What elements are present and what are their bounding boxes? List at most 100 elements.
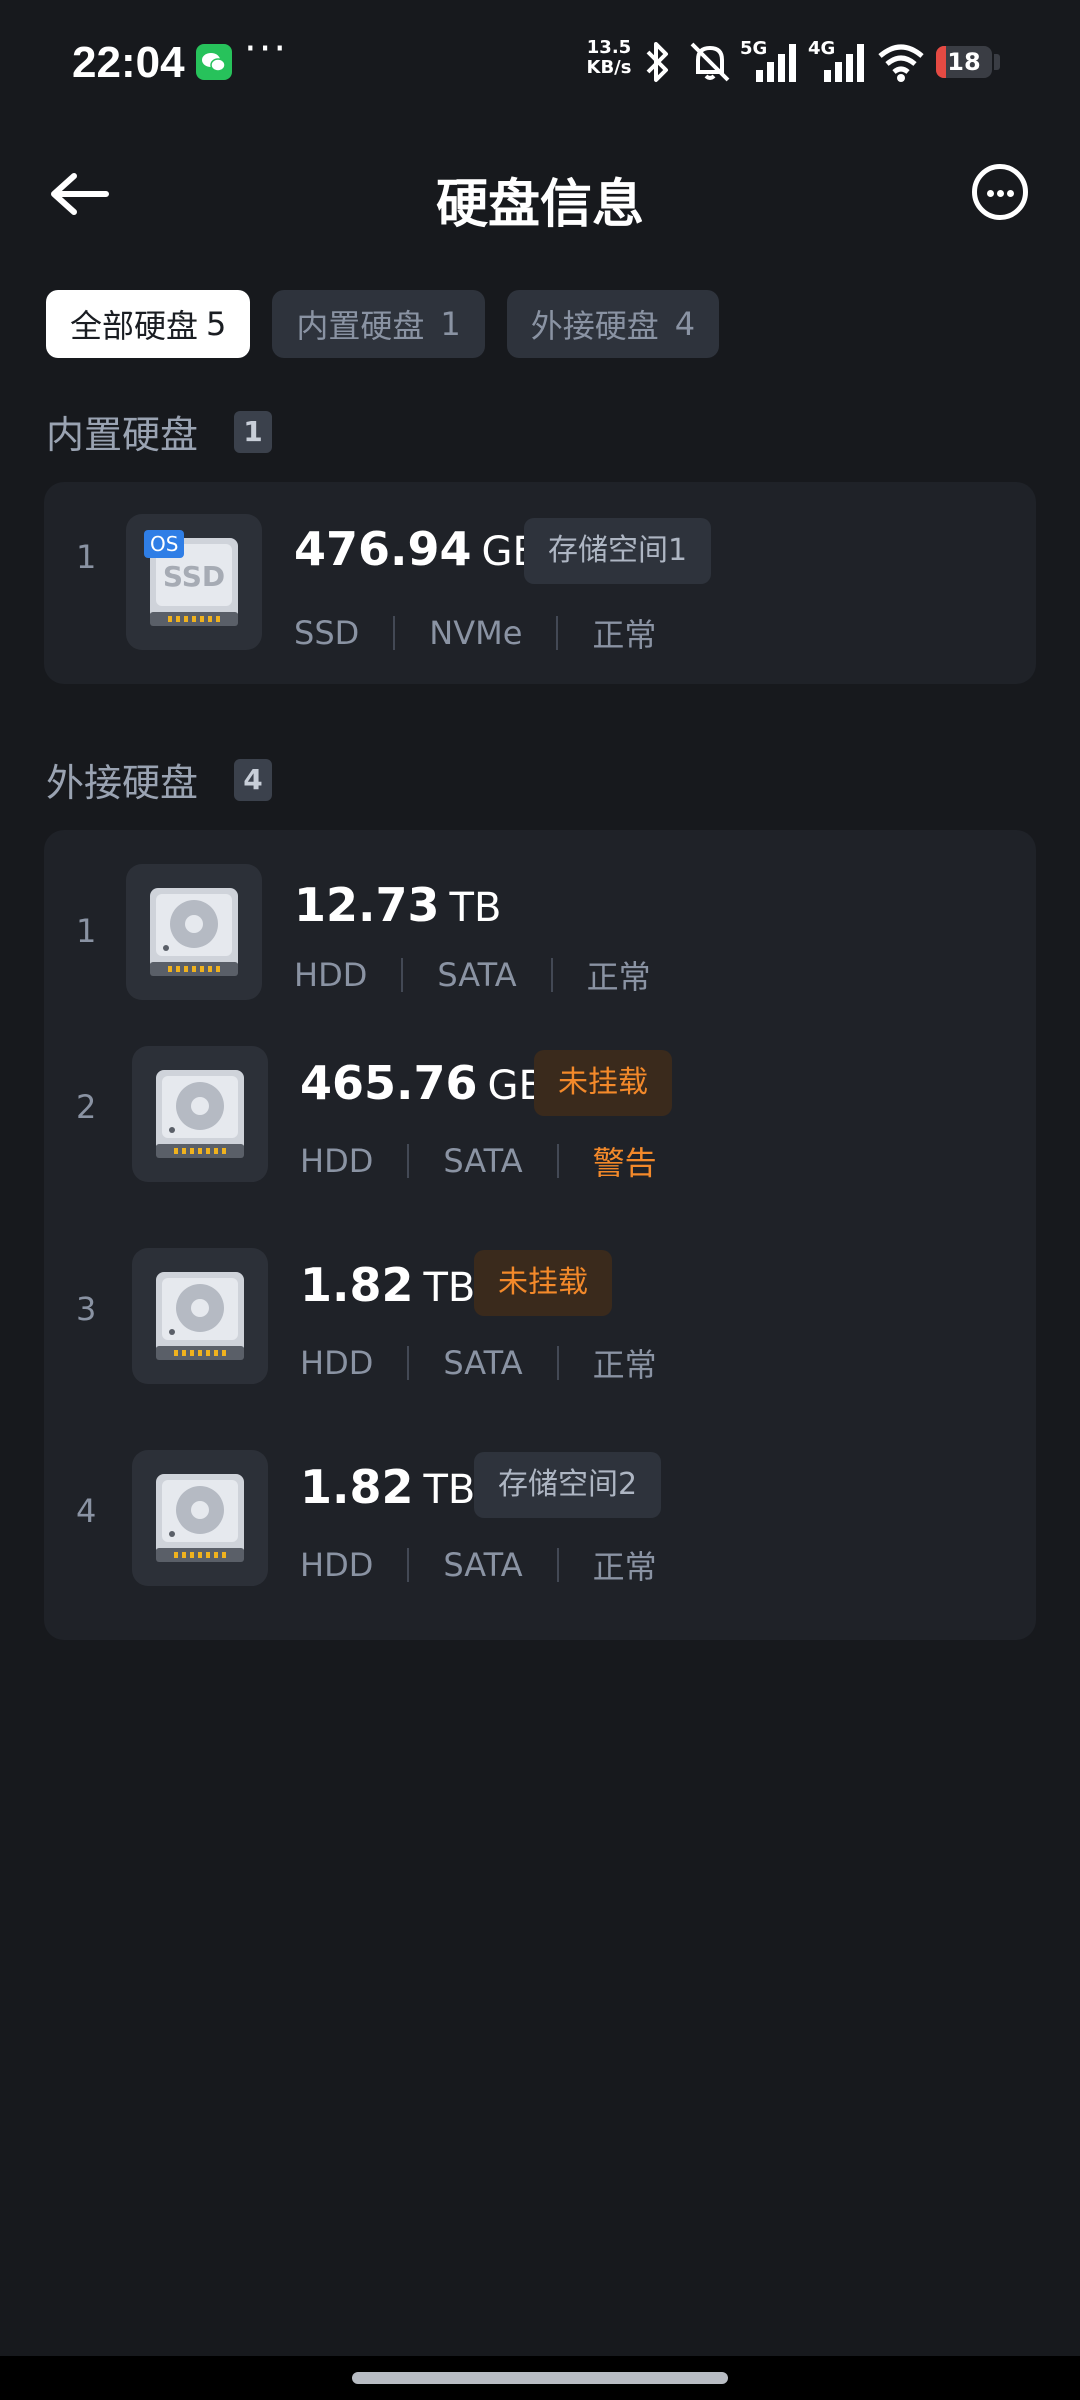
disk-meta: HDD SATA 正常 — [300, 1340, 657, 1386]
battery-level: 18 — [947, 48, 981, 76]
disk-capacity: 12.73 TB — [294, 878, 501, 932]
divider — [407, 1144, 410, 1178]
network-speed-unit: KB/s — [586, 57, 632, 78]
disk-row[interactable]: 2 465.76 GB 未挂载 HDD SATA 警告 — [44, 1030, 1036, 1190]
disk-index: 3 — [76, 1290, 97, 1328]
tab-label: 外接硬盘 — [530, 307, 659, 345]
divider — [556, 1144, 559, 1178]
disk-capacity: 465.76 GB — [300, 1056, 546, 1110]
capacity-value: 465.76 — [300, 1056, 478, 1110]
tab-label: 全部硬盘 — [70, 307, 199, 345]
signal-5g-icon — [756, 44, 796, 82]
ssd-icon: SSD OS — [126, 514, 262, 650]
home-gesture-handle[interactable] — [352, 2372, 728, 2384]
unmounted-tag: 未挂载 — [474, 1250, 612, 1316]
mute-icon — [690, 42, 730, 82]
status-time: 22:04 — [72, 38, 185, 87]
external-disk-card: 1 12.73 TB HDD SATA 正常 2 465.76 GB 未挂载 H… — [44, 830, 1036, 1640]
signal-4g-icon — [824, 44, 864, 82]
disk-row[interactable]: 3 1.82 TB 未挂载 HDD SATA 正常 — [44, 1232, 1036, 1392]
disk-capacity: 1.82 TB — [300, 1258, 475, 1312]
wechat-icon — [196, 44, 232, 80]
hdd-icon — [132, 1248, 268, 1384]
disk-row[interactable]: 1 SSD OS 476.94 GB 存储空间1 SSD NVMe 正常 — [44, 482, 1036, 654]
disk-meta: HDD SATA 正常 — [294, 952, 651, 998]
disk-status: 正常 — [592, 1548, 657, 1586]
divider — [556, 1346, 559, 1380]
tab-label: 内置硬盘 — [296, 307, 425, 345]
disk-meta: HDD SATA 正常 — [300, 1542, 657, 1588]
capacity-unit: TB — [423, 1265, 476, 1311]
disk-interface: SATA — [437, 956, 517, 994]
tab-count: 5 — [206, 305, 227, 343]
disk-status-warning: 警告 — [592, 1144, 657, 1182]
disk-index: 4 — [76, 1492, 97, 1530]
capacity-value: 476.94 — [294, 522, 472, 576]
disk-meta: HDD SATA 警告 — [300, 1138, 657, 1184]
hdd-icon — [126, 864, 262, 1000]
more-button[interactable] — [972, 164, 1028, 220]
disk-row[interactable]: 1 12.73 TB HDD SATA 正常 — [44, 830, 1036, 1000]
divider — [407, 1346, 410, 1380]
back-button[interactable] — [44, 162, 116, 226]
disk-interface: SATA — [443, 1142, 523, 1180]
tab-internal-disks[interactable]: 内置硬盘 1 — [272, 290, 485, 358]
page-title: 硬盘信息 — [435, 175, 644, 235]
unmounted-tag: 未挂载 — [534, 1050, 672, 1116]
tab-all-disks[interactable]: 全部硬盘 5 — [46, 290, 251, 358]
section-count-badge: 4 — [234, 758, 273, 801]
disk-index: 2 — [76, 1088, 97, 1126]
hdd-icon — [132, 1046, 268, 1182]
divider — [407, 1548, 410, 1582]
capacity-value: 1.82 — [300, 1258, 414, 1312]
disk-index: 1 — [76, 912, 97, 950]
network-speed: 13.5 KB/s — [584, 38, 634, 78]
disk-status: 正常 — [592, 616, 657, 654]
network-speed-value: 13.5 — [586, 37, 632, 58]
status-bar: 22:04 ··· 13.5 KB/s 5G 4G 18 — [0, 0, 1080, 120]
disk-interface: SATA — [443, 1546, 523, 1584]
capacity-unit: TB — [449, 885, 502, 931]
storage-space-tag: 存储空间1 — [524, 518, 712, 584]
tab-count: 4 — [674, 305, 696, 343]
section-label: 内置硬盘 — [46, 413, 199, 457]
more-circle-icon — [987, 190, 994, 197]
tab-external-disks[interactable]: 外接硬盘 4 — [506, 290, 720, 358]
disk-type: HDD — [300, 1546, 374, 1584]
disk-status: 正常 — [592, 1346, 657, 1384]
storage-space-tag: 存储空间2 — [474, 1452, 662, 1518]
section-count-badge: 1 — [234, 410, 273, 453]
internal-disk-card: 1 SSD OS 476.94 GB 存储空间1 SSD NVMe 正常 — [44, 482, 1036, 684]
disk-type: SSD — [294, 614, 360, 652]
divider — [556, 1548, 559, 1582]
divider — [556, 616, 559, 650]
divider — [401, 958, 404, 992]
divider — [393, 616, 396, 650]
disk-meta: SSD NVMe 正常 — [294, 610, 656, 656]
disk-status: 正常 — [586, 958, 651, 996]
disk-capacity: 1.82 TB — [300, 1460, 475, 1514]
disk-type: HDD — [300, 1344, 374, 1382]
app-header: 硬盘信息 — [0, 140, 1080, 250]
disk-type: HDD — [294, 956, 368, 994]
battery-tip — [994, 54, 1000, 70]
disk-interface: NVMe — [429, 614, 523, 652]
bluetooth-icon — [646, 42, 668, 82]
hdd-icon — [132, 1450, 268, 1586]
disk-index: 1 — [76, 538, 97, 576]
section-internal-title: 内置硬盘 1 — [46, 404, 273, 459]
disk-type: HDD — [300, 1142, 374, 1180]
ssd-label: SSD — [163, 560, 225, 593]
disk-row[interactable]: 4 1.82 TB 存储空间2 HDD SATA 正常 — [44, 1434, 1036, 1594]
disk-capacity: 476.94 GB — [294, 522, 540, 576]
wifi-icon — [878, 44, 924, 82]
section-external-title: 外接硬盘 4 — [46, 752, 273, 807]
capacity-unit: TB — [423, 1467, 476, 1513]
arrow-left-icon — [51, 173, 109, 215]
disk-filter-tabs: 全部硬盘 5 内置硬盘 1 外接硬盘 4 — [46, 290, 720, 358]
battery-icon: 18 — [936, 46, 992, 78]
capacity-value: 1.82 — [300, 1460, 414, 1514]
capacity-value: 12.73 — [294, 878, 440, 932]
os-badge: OS — [144, 530, 185, 558]
divider — [550, 958, 553, 992]
